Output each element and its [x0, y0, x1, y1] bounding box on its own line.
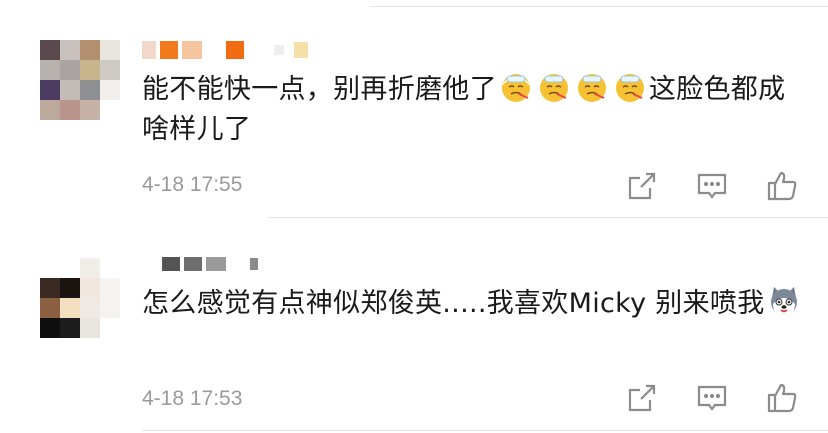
share-button[interactable]	[626, 382, 658, 414]
username-pixelated[interactable]	[142, 40, 308, 60]
like-icon	[767, 171, 797, 201]
like-button[interactable]	[766, 170, 798, 202]
comment-item: 怎么感觉有点神似郑俊英.....我喜欢Micky 别来喷我 4-18 17:53	[0, 218, 828, 433]
username-pixelated[interactable]	[142, 254, 258, 274]
comment-actions	[626, 382, 798, 414]
avatar[interactable]	[40, 258, 120, 338]
comment-item: 能不能快一点，别再折磨他了 这脸色都成啥样儿了 4-18 17:55	[0, 0, 828, 216]
like-icon	[767, 383, 797, 413]
share-icon	[628, 384, 656, 412]
share-icon	[628, 172, 656, 200]
sick-face-emoji	[501, 74, 530, 102]
reply-button[interactable]	[696, 170, 728, 202]
comment-icon	[697, 173, 727, 199]
sick-face-emoji	[577, 74, 606, 102]
reply-button[interactable]	[696, 382, 728, 414]
comment-text-main: 能不能快一点，别再折磨他了	[142, 74, 497, 105]
comment-text: 能不能快一点，别再折磨他了 这脸色都成啥样儿了	[142, 70, 808, 150]
comment-text-main: 怎么感觉有点神似郑俊英.....我喜欢Micky 别来喷我	[142, 288, 765, 319]
sick-face-emoji	[615, 74, 644, 102]
like-button[interactable]	[766, 382, 798, 414]
share-button[interactable]	[626, 170, 658, 202]
comment-timestamp: 4-18 17:53	[142, 387, 243, 410]
husky-dog-emoji	[770, 287, 797, 315]
comment-text: 怎么感觉有点神似郑俊英.....我喜欢Micky 别来喷我	[142, 284, 808, 324]
comment-icon	[697, 385, 727, 411]
avatar[interactable]	[40, 40, 120, 120]
comment-timestamp: 4-18 17:55	[142, 173, 243, 196]
comment-actions	[626, 170, 798, 202]
bottom-divider	[142, 430, 828, 431]
sick-face-emoji	[539, 74, 568, 102]
